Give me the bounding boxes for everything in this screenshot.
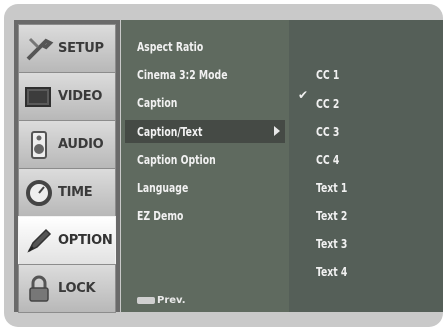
menu-item-language[interactable]: Language [137, 178, 188, 198]
submenu-item-cc1[interactable]: CC 1 [316, 65, 339, 85]
sidebar-item-label: VIDEO [58, 89, 103, 104]
menu-item-caption-option[interactable]: Caption Option [137, 150, 216, 170]
caption-text-submenu: ✔ CC 1 CC 2 CC 3 CC 4 Text 1 Text 2 Text… [289, 20, 443, 312]
chevron-right-icon [274, 126, 280, 136]
sidebar-item-option[interactable]: OPTION [18, 216, 116, 265]
submenu-item-cc3[interactable]: CC 3 [316, 122, 339, 142]
menu-item-aspect-ratio[interactable]: Aspect Ratio [137, 37, 203, 57]
menu-item-cinema-mode[interactable]: Cinema 3:2 Mode [137, 65, 228, 85]
sidebar-item-setup[interactable]: SETUP [18, 24, 116, 73]
speaker-icon [22, 130, 56, 160]
sidebar-item-label: OPTION [58, 233, 113, 248]
sidebar-item-lock[interactable]: LOCK [18, 264, 116, 313]
padlock-icon [22, 274, 56, 304]
menu-item-ez-demo[interactable]: EZ Demo [137, 206, 183, 226]
submenu-item-text4[interactable]: Text 4 [316, 262, 347, 282]
pencil-icon [22, 226, 56, 256]
menu-item-caption-text[interactable]: Caption/Text [137, 122, 202, 142]
tv-icon [22, 82, 56, 112]
submenu-item-text3[interactable]: Text 3 [316, 234, 347, 254]
prev-label: Prev. [157, 295, 186, 306]
category-sidebar: SETUP VIDEO AUDIO TIME OPTION LOCK [14, 20, 120, 313]
submenu-item-text1[interactable]: Text 1 [316, 178, 347, 198]
submenu-item-text2[interactable]: Text 2 [316, 206, 347, 226]
sidebar-item-label: AUDIO [58, 137, 104, 152]
sidebar-item-label: SETUP [58, 41, 104, 56]
menu-item-caption[interactable]: Caption [137, 93, 177, 113]
clock-icon [22, 178, 56, 208]
checkmark-icon: ✔ [298, 88, 309, 102]
prev-hint: Prev. [137, 295, 186, 306]
sidebar-item-audio[interactable]: AUDIO [18, 120, 116, 169]
wrench-icon [22, 34, 56, 64]
option-menu: Aspect Ratio Cinema 3:2 Mode Caption Cap… [121, 20, 289, 312]
sidebar-item-time[interactable]: TIME [18, 168, 116, 217]
submenu-item-cc4[interactable]: CC 4 [316, 150, 339, 170]
sidebar-item-video[interactable]: VIDEO [18, 72, 116, 121]
sidebar-item-label: TIME [58, 185, 93, 200]
menu-key-icon [137, 297, 155, 304]
sidebar-item-label: LOCK [58, 281, 96, 296]
submenu-item-cc2[interactable]: CC 2 [316, 94, 339, 114]
